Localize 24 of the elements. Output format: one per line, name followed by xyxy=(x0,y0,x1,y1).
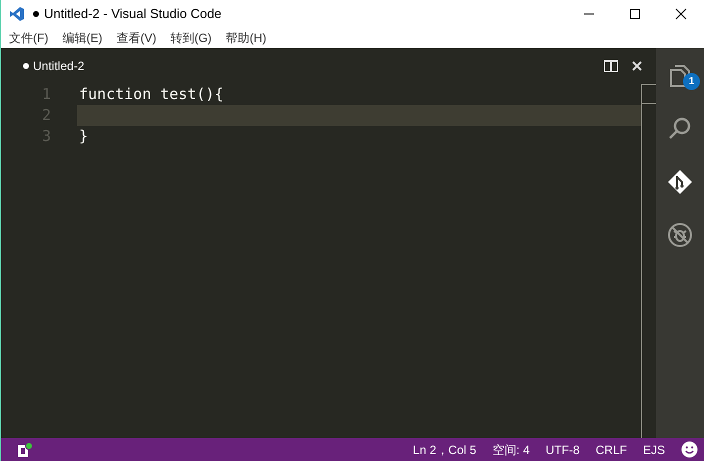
menu-item[interactable]: 帮助(H) xyxy=(224,29,268,47)
split-editor-icon[interactable] xyxy=(604,60,618,72)
status-item[interactable]: EJS xyxy=(642,440,665,458)
window-title: Untitled-2 - Visual Studio Code xyxy=(44,5,222,24)
bug-icon xyxy=(666,221,694,249)
code-line: } xyxy=(78,126,90,147)
app-logo-icon xyxy=(9,6,25,22)
status-item[interactable]: Ln 2，Col 5 xyxy=(412,440,476,458)
editor-tab[interactable]: Untitled-2 xyxy=(23,57,84,75)
feedback-icon[interactable] xyxy=(17,442,33,458)
menu-item[interactable]: 查看(V) xyxy=(114,29,158,47)
code-line: function test(){ xyxy=(78,84,224,105)
status-item[interactable]: CRLF xyxy=(596,440,627,458)
status-item[interactable]: 空间: 4 xyxy=(492,440,530,458)
menu-item[interactable]: 转到(G) xyxy=(168,29,214,47)
menu-item[interactable]: 文件(F) xyxy=(7,29,50,47)
smiley-icon[interactable] xyxy=(681,441,698,458)
close-icon xyxy=(675,8,687,20)
menu-item[interactable]: 编辑(E) xyxy=(60,29,104,47)
status-item[interactable]: UTF-8 xyxy=(546,440,580,458)
maximize-icon xyxy=(629,8,641,20)
close-icon[interactable] xyxy=(632,61,642,71)
git-icon xyxy=(666,168,694,196)
count-badge: 1 xyxy=(683,73,700,90)
